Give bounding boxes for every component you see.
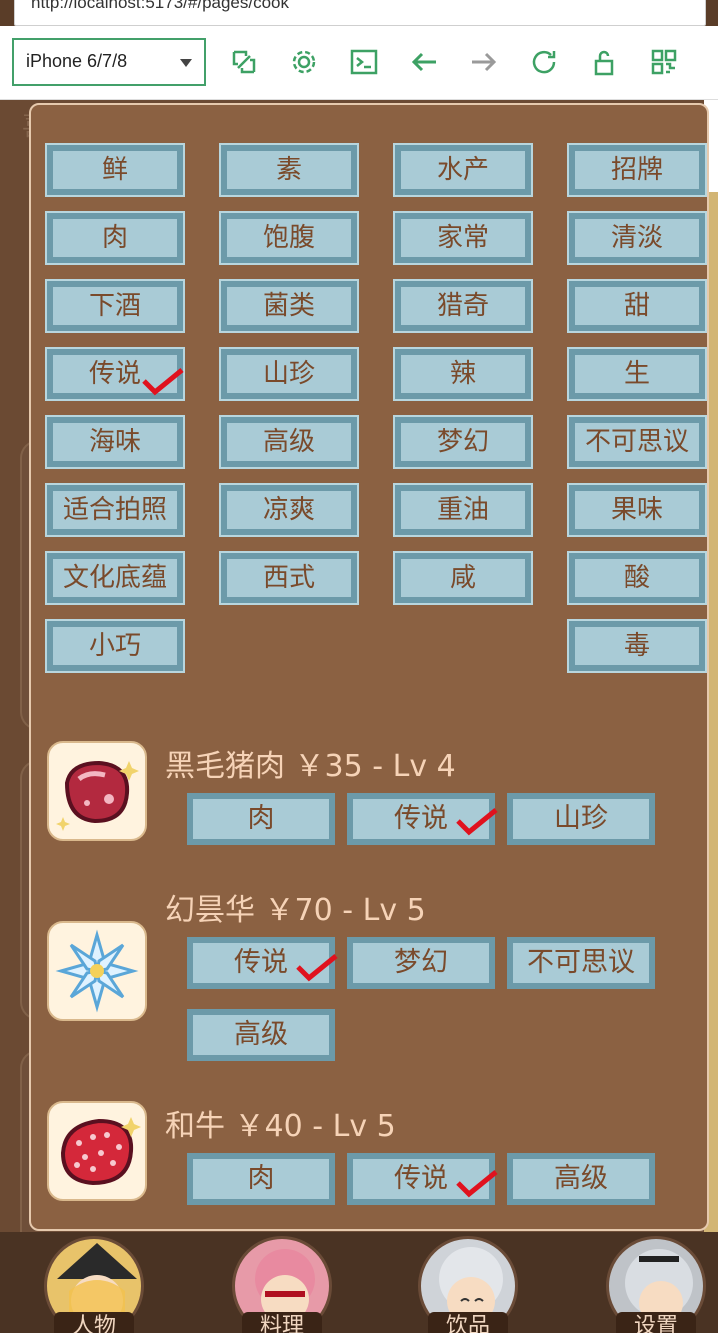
reload-icon[interactable]	[530, 48, 558, 76]
ingredient-tag: 传说	[187, 937, 335, 989]
ingredient-tag: 传说	[347, 1153, 495, 1205]
ingredient-tag: 山珍	[507, 793, 655, 845]
gear-icon[interactable]	[290, 48, 318, 76]
tag-button[interactable]: 猎奇	[393, 279, 533, 333]
tag-button[interactable]: 菌类	[219, 279, 359, 333]
device-select-value: iPhone 6/7/8	[26, 51, 128, 71]
tag-button[interactable]: 咸	[393, 551, 533, 605]
nav-label: 饮品	[428, 1312, 508, 1333]
nav-label: 料理	[242, 1312, 322, 1333]
tag-button[interactable]: 适合拍照	[45, 483, 185, 537]
qrcode-icon[interactable]	[650, 48, 678, 76]
tag-button[interactable]: 小巧	[45, 619, 185, 673]
ingredient-tag: 高级	[187, 1009, 335, 1061]
ingredient-title: 和牛 ￥40 - Lv 5	[165, 1109, 396, 1144]
tag-button[interactable]: 果味	[567, 483, 707, 537]
tag-button[interactable]: 山珍	[219, 347, 359, 401]
nav-item-drink[interactable]: 饮品	[418, 1236, 522, 1333]
nav-label: 设置	[616, 1312, 696, 1333]
tag-button[interactable]: 梦幻	[393, 415, 533, 469]
ingredient-tag: 高级	[507, 1153, 655, 1205]
wagyu-icon	[47, 1101, 147, 1201]
tag-button[interactable]: 凉爽	[219, 483, 359, 537]
tag-button[interactable]: 酸	[567, 551, 707, 605]
tag-button[interactable]: 高级	[219, 415, 359, 469]
ingredient-tag: 不可思议	[507, 937, 655, 989]
ingredient-tag: 梦幻	[347, 937, 495, 989]
tag-button[interactable]: 不可思议	[567, 415, 707, 469]
tag-button[interactable]: 招牌	[567, 143, 707, 197]
pork-icon	[47, 741, 147, 841]
device-select[interactable]: iPhone 6/7/8	[12, 38, 206, 86]
forward-arrow-icon[interactable]	[470, 48, 498, 76]
tag-button[interactable]: 下酒	[45, 279, 185, 333]
ingredient-title: 幻昙华 ￥70 - Lv 5	[165, 893, 426, 928]
tag-button[interactable]: 水产	[393, 143, 533, 197]
nav-item-cooking[interactable]: 料理	[232, 1236, 336, 1333]
tag-filter-panel: 鲜 素 水产 招牌 肉 饱腹 家常 清淡 下酒 菌类 猎奇 甜 传说 山珍 辣 …	[29, 103, 709, 1231]
tag-button[interactable]: 甜	[567, 279, 707, 333]
ingredient-item[interactable]: 黑毛猪肉 ￥35 - Lv 4 肉 传说 山珍	[47, 737, 697, 847]
ingredient-tag: 肉	[187, 793, 335, 845]
terminal-icon[interactable]	[350, 48, 378, 76]
flower-icon	[47, 921, 147, 1021]
ingredient-item[interactable]: 幻昙华 ￥70 - Lv 5 传说 梦幻 不可思议 高级	[47, 881, 697, 1061]
rotate-icon[interactable]	[230, 48, 258, 76]
tag-button[interactable]: 家常	[393, 211, 533, 265]
tag-button[interactable]: 肉	[45, 211, 185, 265]
ingredient-tag: 传说	[347, 793, 495, 845]
ingredient-item[interactable]: 和牛 ￥40 - Lv 5 肉 传说 高级	[47, 1097, 697, 1207]
tag-button[interactable]: 西式	[219, 551, 359, 605]
url-text: http://localhost:5173/#/pages/cook	[31, 0, 290, 12]
nav-label: 人物	[54, 1312, 134, 1333]
tag-button[interactable]: 鲜	[45, 143, 185, 197]
nav-item-character[interactable]: 人物	[44, 1236, 148, 1333]
tag-button[interactable]: 文化底蕴	[45, 551, 185, 605]
tag-button[interactable]: 饱腹	[219, 211, 359, 265]
bottom-nav: 人物 料理 饮品 设置	[0, 1232, 718, 1333]
unlock-icon[interactable]	[590, 48, 618, 76]
ingredient-title: 黑毛猪肉 ￥35 - Lv 4	[165, 749, 456, 784]
tag-button[interactable]: 重油	[393, 483, 533, 537]
tag-button[interactable]: 素	[219, 143, 359, 197]
tag-button-selected[interactable]: 传说	[45, 347, 185, 401]
ingredient-tag: 肉	[187, 1153, 335, 1205]
chevron-down-icon	[180, 59, 192, 67]
devtools-toolbar: iPhone 6/7/8	[0, 26, 718, 100]
tag-button[interactable]: 海味	[45, 415, 185, 469]
tag-button[interactable]: 清淡	[567, 211, 707, 265]
tag-button[interactable]: 生	[567, 347, 707, 401]
url-bar[interactable]: http://localhost:5173/#/pages/cook	[14, 0, 706, 26]
nav-item-settings[interactable]: 设置	[606, 1236, 710, 1333]
back-arrow-icon[interactable]	[410, 48, 438, 76]
tag-button[interactable]: 辣	[393, 347, 533, 401]
tag-button[interactable]: 毒	[567, 619, 707, 673]
